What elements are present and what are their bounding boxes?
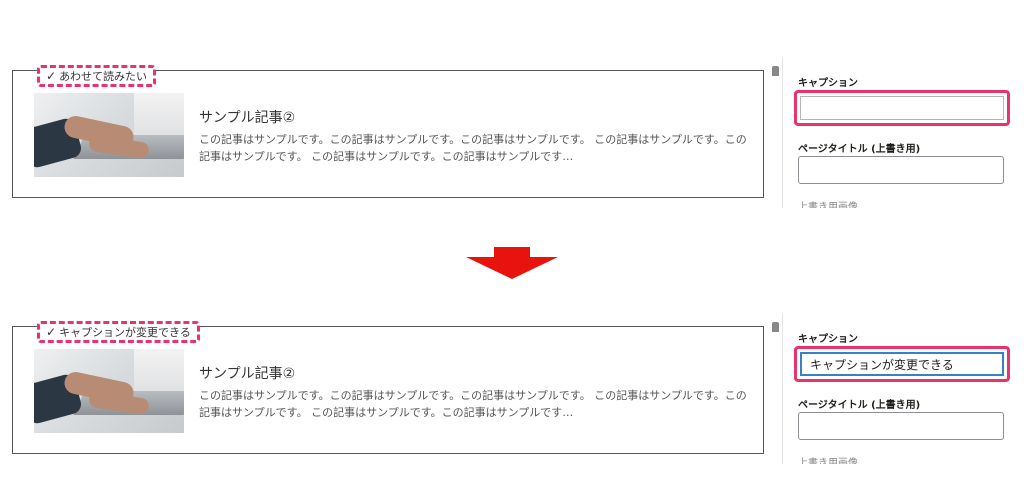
caption-input[interactable] [794,90,1010,126]
card-caption-label: ✓ キャプションが変更できる [37,321,200,343]
before-panel: ✓ あわせて読みたい サンプル記事② この記事はサンプルです。この記事はサンプル… [0,58,1024,208]
card-excerpt: この記事はサンプルです。この記事はサンプルです。この記事はサンプルです。 この記… [199,133,747,163]
page-title-input[interactable] [798,156,1004,184]
settings-sidebar: キャプション キャプションが変更できる ページタイトル (上書き用) 上書き用画… [790,314,1020,464]
caption-field-label: キャプション [798,334,858,345]
caption-input-value[interactable]: キャプションが変更できる [800,352,1004,376]
card-thumbnail [34,93,184,177]
card-caption-text: あわせて読みたい [59,70,148,83]
override-image-label: 上書き用画像 [798,458,858,464]
divider [782,58,783,208]
card-title: サンプル記事② [199,110,296,126]
divider [782,314,783,464]
scrollbar-handle[interactable] [772,322,779,332]
page-title-input[interactable] [798,412,1004,440]
card-title: サンプル記事② [199,366,296,382]
blog-card[interactable]: ✓ キャプションが変更できる サンプル記事② この記事はサンプルです。この記事は… [12,321,764,454]
check-icon: ✓ [46,69,57,83]
card-caption-text: キャプションが変更できる [59,326,191,339]
settings-sidebar: キャプション ページタイトル (上書き用) 上書き用画像 [790,58,1020,208]
page-title-field-label: ページタイトル (上書き用) [798,400,921,411]
page-title-field-label: ページタイトル (上書き用) [798,144,921,155]
down-arrow-icon [466,247,558,279]
blog-card[interactable]: ✓ あわせて読みたい サンプル記事② この記事はサンプルです。この記事はサンプル… [12,65,764,198]
check-icon: ✓ [46,325,57,339]
override-image-label: 上書き用画像 [798,202,858,208]
caption-input-value[interactable] [800,96,1004,120]
card-excerpt: この記事はサンプルです。この記事はサンプルです。この記事はサンプルです。 この記… [199,389,747,419]
card-caption-label: ✓ あわせて読みたい [37,65,157,87]
after-panel: ✓ キャプションが変更できる サンプル記事② この記事はサンプルです。この記事は… [0,314,1024,464]
card-thumbnail [34,349,184,433]
caption-field-label: キャプション [798,78,858,89]
scrollbar-handle[interactable] [772,66,779,76]
caption-input[interactable]: キャプションが変更できる [794,346,1010,382]
